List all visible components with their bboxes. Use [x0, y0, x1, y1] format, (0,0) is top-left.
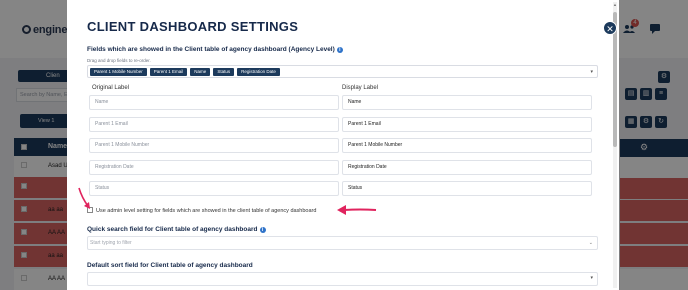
display-label-input[interactable]: Parent 1 Mobile Number	[342, 138, 592, 153]
original-label-field: Parent 1 Mobile Number	[89, 138, 339, 153]
chevron-down-icon[interactable]: ⌄	[589, 237, 593, 249]
selected-field-chips: Parent 1 Mobile Number Parent 1 Email Na…	[90, 68, 280, 76]
drag-drop-hint: Drag and drop fields to re-order.	[87, 58, 151, 63]
quick-search-title-text: Quick search field for Client table of a…	[87, 226, 258, 233]
display-label-input[interactable]: Status	[342, 181, 592, 196]
display-label-input[interactable]: Registration Date	[342, 160, 592, 175]
scroll-up-icon[interactable]: ▲	[613, 2, 617, 7]
field-chip[interactable]: Parent 1 Mobile Number	[90, 68, 147, 76]
original-label-field: Name	[89, 95, 339, 110]
display-label-input[interactable]: Name	[342, 95, 592, 110]
close-icon[interactable]: ✕	[603, 21, 617, 35]
field-chip[interactable]: Parent 1 Email	[149, 68, 188, 76]
fields-multiselect[interactable]: Parent 1 Mobile Number Parent 1 Email Na…	[87, 65, 598, 78]
admin-level-setting[interactable]: Use admin level setting for fields which…	[87, 207, 316, 214]
field-chip[interactable]: Registration Date	[237, 68, 280, 76]
original-label-field: Status	[89, 181, 339, 196]
modal-scrollbar[interactable]: ▲	[613, 2, 617, 288]
original-label-field: Registration Date	[89, 160, 339, 175]
info-icon[interactable]: i	[336, 47, 343, 53]
info-icon[interactable]: i	[259, 227, 266, 233]
fields-section-title-text: Fields which are showed in the Client ta…	[87, 46, 335, 53]
admin-level-checkbox[interactable]	[87, 207, 93, 213]
field-chip[interactable]: Status	[213, 68, 235, 76]
quick-search-select[interactable]: Start typing to filter ⌄	[87, 236, 598, 250]
modal-title: CLIENT DASHBOARD SETTINGS	[87, 19, 299, 34]
fields-section-title: Fields which are showed in the Client ta…	[87, 46, 343, 53]
original-label-heading: Original Label	[92, 85, 130, 91]
default-sort-title: Default sort field for Client table of a…	[87, 262, 253, 269]
display-label-heading: Display Label	[342, 85, 379, 91]
chevron-down-icon[interactable]: ▾	[590, 275, 593, 281]
quick-search-title: Quick search field for Client table of a…	[87, 226, 266, 233]
display-label-input[interactable]: Parent 1 Email	[342, 117, 592, 132]
field-chip[interactable]: Name	[190, 68, 211, 76]
chevron-down-icon[interactable]: ▾	[590, 69, 593, 75]
default-sort-select[interactable]: ▾	[87, 272, 598, 286]
original-label-field: Parent 1 Email	[89, 117, 339, 132]
client-dashboard-settings-modal: CLIENT DASHBOARD SETTINGS Fields which a…	[67, 0, 619, 290]
admin-level-checkbox-label: Use admin level setting for fields which…	[96, 208, 317, 214]
quick-search-placeholder: Start typing to filter	[90, 240, 132, 246]
